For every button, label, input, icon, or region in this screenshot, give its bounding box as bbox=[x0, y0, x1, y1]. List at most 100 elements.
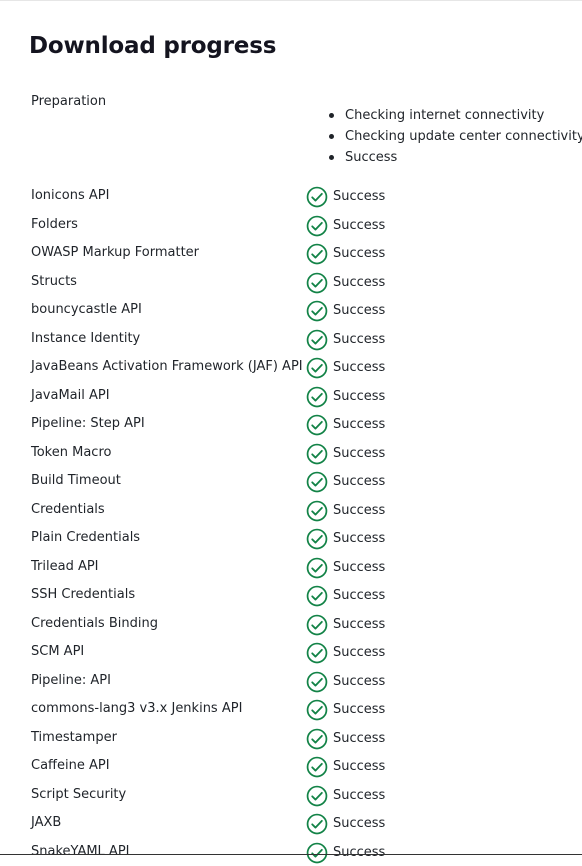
plugin-name: SCM API bbox=[31, 642, 84, 662]
plugin-name: Structs bbox=[31, 272, 77, 292]
plugin-name: Build Timeout bbox=[31, 471, 121, 491]
plugin-row: Structs Success bbox=[0, 268, 582, 297]
plugin-status: Success bbox=[306, 614, 385, 636]
plugin-row: Caffeine APISuccess bbox=[0, 752, 582, 781]
plugin-status: Success bbox=[306, 813, 385, 835]
plugin-status-label: Success bbox=[333, 330, 385, 350]
plugin-name: SSH Credentials bbox=[31, 585, 135, 605]
plugin-name: OWASP Markup Formatter bbox=[31, 243, 199, 263]
check-circle-icon bbox=[306, 500, 328, 522]
plugin-status: Success bbox=[306, 300, 385, 322]
check-circle-icon bbox=[306, 186, 328, 208]
plugin-status: Success bbox=[306, 842, 385, 864]
plugin-status-list: Ionicons APISuccessFoldersSuccessOWASP M… bbox=[0, 182, 582, 866]
plugin-status: Success bbox=[306, 585, 385, 607]
plugin-status-label: Success bbox=[333, 700, 385, 720]
plugin-status-label: Success bbox=[333, 729, 385, 749]
plugin-name: JavaBeans Activation Framework (JAF) API bbox=[31, 357, 303, 377]
plugin-status-label: Success bbox=[333, 187, 385, 207]
plugin-name: Script Security bbox=[31, 785, 126, 805]
plugin-row: Token MacroSuccess bbox=[0, 439, 582, 468]
top-border bbox=[0, 0, 582, 1]
check-circle-icon bbox=[306, 414, 328, 436]
plugin-row: Ionicons APISuccess bbox=[0, 182, 582, 211]
preparation-steps: Checking internet connectivity Checking … bbox=[345, 105, 582, 168]
check-circle-icon bbox=[306, 528, 328, 550]
check-circle-icon bbox=[306, 785, 328, 807]
plugin-status-label: Success bbox=[333, 216, 385, 236]
plugin-status-label: Success bbox=[333, 586, 385, 606]
check-circle-icon bbox=[306, 357, 328, 379]
plugin-status: Success bbox=[306, 272, 385, 294]
plugin-status-label: Success bbox=[333, 273, 385, 293]
check-circle-icon bbox=[306, 329, 328, 351]
plugin-status: Success bbox=[306, 699, 385, 721]
plugin-status: Success bbox=[306, 215, 385, 237]
preparation-step: Checking update center connectivity bbox=[345, 126, 582, 147]
plugin-name: bouncycastle API bbox=[31, 300, 142, 320]
plugin-status-label: Success bbox=[333, 501, 385, 521]
check-circle-icon bbox=[306, 557, 328, 579]
check-circle-icon bbox=[306, 215, 328, 237]
plugin-status: Success bbox=[306, 728, 385, 750]
check-circle-icon bbox=[306, 585, 328, 607]
check-circle-icon bbox=[306, 471, 328, 493]
plugin-row: bouncycastle API Success bbox=[0, 296, 582, 325]
plugin-name: Folders bbox=[31, 215, 78, 235]
plugin-status: Success bbox=[306, 756, 385, 778]
bullet-icon bbox=[329, 134, 334, 139]
check-circle-icon bbox=[306, 243, 328, 265]
bullet-icon bbox=[329, 155, 334, 160]
plugin-status-label: Success bbox=[333, 301, 385, 321]
check-circle-icon bbox=[306, 842, 328, 864]
check-circle-icon bbox=[306, 443, 328, 465]
plugin-row: Plain CredentialsSuccess bbox=[0, 524, 582, 553]
plugin-row: Script Security Success bbox=[0, 781, 582, 810]
check-circle-icon bbox=[306, 386, 328, 408]
plugin-row: Pipeline: Step API Success bbox=[0, 410, 582, 439]
plugin-name: Timestamper bbox=[31, 728, 117, 748]
plugin-status: Success bbox=[306, 500, 385, 522]
plugin-row: SCM API Success bbox=[0, 638, 582, 667]
preparation-step-label: Checking internet connectivity bbox=[345, 108, 544, 123]
plugin-status: Success bbox=[306, 243, 385, 265]
plugin-status: Success bbox=[306, 642, 385, 664]
plugin-status-label: Success bbox=[333, 244, 385, 264]
check-circle-icon bbox=[306, 300, 328, 322]
plugin-row: Credentials BindingSuccess bbox=[0, 610, 582, 639]
plugin-row: OWASP Markup Formatter Success bbox=[0, 239, 582, 268]
plugin-status: Success bbox=[306, 557, 385, 579]
plugin-status: Success bbox=[306, 443, 385, 465]
preparation-label: Preparation bbox=[31, 92, 106, 112]
plugin-row: SSH Credentials Success bbox=[0, 581, 582, 610]
plugin-name: Credentials bbox=[31, 500, 105, 520]
plugin-name: Pipeline: Step API bbox=[31, 414, 145, 434]
check-circle-icon bbox=[306, 272, 328, 294]
plugin-status-label: Success bbox=[333, 529, 385, 549]
plugin-status: Success bbox=[306, 528, 385, 550]
plugin-status: Success bbox=[306, 386, 385, 408]
bullet-icon bbox=[329, 113, 334, 118]
plugin-name: Pipeline: API bbox=[31, 671, 111, 691]
plugin-status-label: Success bbox=[333, 472, 385, 492]
plugin-row: Timestamper Success bbox=[0, 724, 582, 753]
preparation-step: Success bbox=[345, 147, 582, 168]
plugin-status-label: Success bbox=[333, 643, 385, 663]
check-circle-icon bbox=[306, 699, 328, 721]
plugin-status: Success bbox=[306, 186, 385, 208]
plugin-row: commons-lang3 v3.x Jenkins API Success bbox=[0, 695, 582, 724]
plugin-row: Trilead APISuccess bbox=[0, 553, 582, 582]
plugin-name: commons-lang3 v3.x Jenkins API bbox=[31, 699, 242, 719]
plugin-status: Success bbox=[306, 785, 385, 807]
plugin-name: Instance Identity bbox=[31, 329, 140, 349]
preparation-step: Checking internet connectivity bbox=[345, 105, 582, 126]
preparation-step-label: Checking update center connectivity bbox=[345, 129, 582, 144]
plugin-status-label: Success bbox=[333, 672, 385, 692]
plugin-status-label: Success bbox=[333, 415, 385, 435]
check-circle-icon bbox=[306, 614, 328, 636]
plugin-status: Success bbox=[306, 671, 385, 693]
plugin-status-label: Success bbox=[333, 444, 385, 464]
plugin-row: Pipeline: API Success bbox=[0, 667, 582, 696]
check-circle-icon bbox=[306, 728, 328, 750]
check-circle-icon bbox=[306, 642, 328, 664]
